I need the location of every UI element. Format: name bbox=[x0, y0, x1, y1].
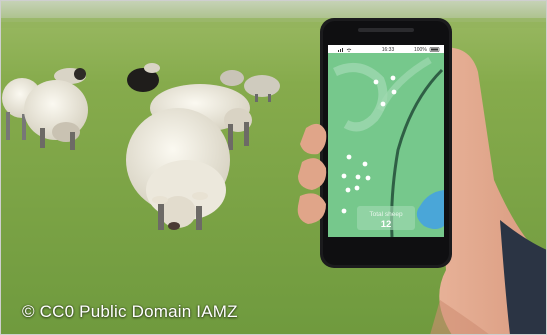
map-marker-icon bbox=[346, 154, 352, 160]
phone-screen bbox=[328, 45, 444, 238]
status-time: 16:33 bbox=[381, 47, 395, 53]
photo-scene bbox=[0, 0, 547, 335]
sheep-back-right-1 bbox=[220, 70, 244, 86]
thumb bbox=[297, 123, 327, 224]
sheep-counter-label: Total sheep bbox=[369, 211, 403, 218]
map-marker-icon bbox=[373, 79, 379, 85]
map-marker-icon bbox=[380, 101, 386, 107]
map-marker-icon bbox=[355, 174, 361, 180]
map-marker-icon bbox=[365, 175, 371, 181]
sheep-counter-value: 12 bbox=[380, 219, 392, 230]
status-battery: 100% bbox=[414, 47, 427, 53]
map-marker-icon bbox=[354, 185, 360, 191]
map-marker-icon bbox=[391, 89, 397, 95]
image-credit: © CC0 Public Domain IAMZ bbox=[22, 302, 238, 321]
map-marker-icon bbox=[341, 173, 347, 179]
phone bbox=[320, 18, 452, 268]
map-marker-icon bbox=[362, 161, 368, 167]
map-marker-icon bbox=[341, 208, 347, 214]
map-marker-icon bbox=[345, 187, 351, 193]
map-marker-icon bbox=[390, 75, 396, 81]
